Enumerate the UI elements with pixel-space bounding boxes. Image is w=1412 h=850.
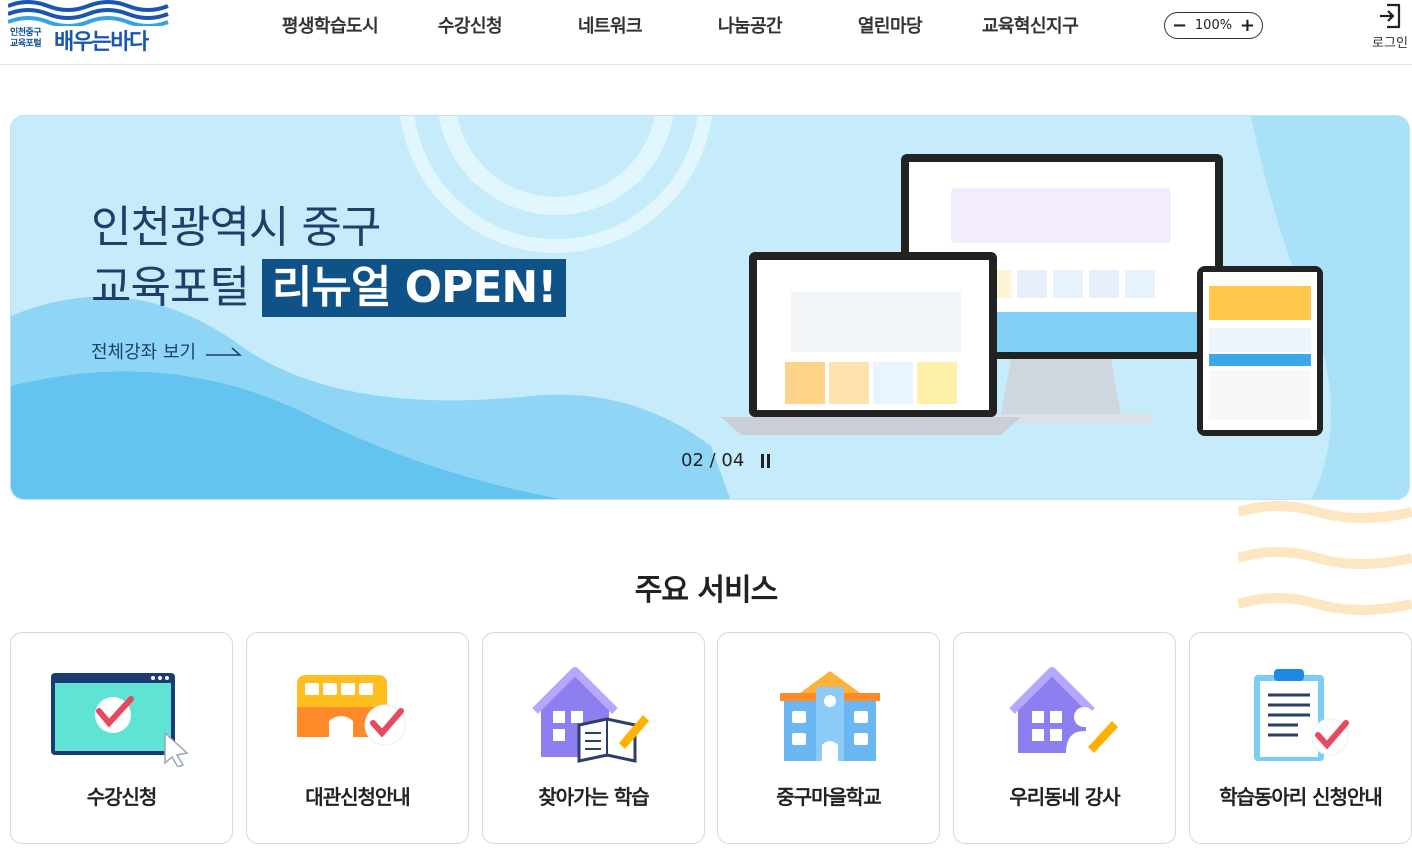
service-label: 학습동아리 신청안내 <box>1219 785 1383 809</box>
facility-rental-icon <box>297 675 406 746</box>
banner-title-line2: 교육포털 리뉴얼 OPEN! <box>91 258 567 318</box>
service-card-local-instructor[interactable]: 우리동네 강사 <box>953 632 1176 844</box>
logo-subtitle: 인천중구 교육포털 <box>10 28 42 49</box>
banner-title: 인천광역시 중구 교육포털 리뉴얼 OPEN! <box>91 198 567 318</box>
pause-icon[interactable] <box>760 453 772 468</box>
wave-logo-icon <box>8 0 169 26</box>
service-label: 우리동네 강사 <box>1009 785 1120 809</box>
banner-title-line1: 인천광역시 중구 <box>91 202 381 253</box>
zoom-in-button[interactable]: + <box>1240 16 1255 35</box>
nav-item-sharing-space[interactable]: 나눔공간 <box>680 12 820 38</box>
service-card-facility-rental[interactable]: 대관신청안내 <box>246 632 469 844</box>
village-school-icon <box>780 671 880 761</box>
banner-page-indicator: 02 / 04 <box>681 450 745 471</box>
arrow-right-icon <box>206 347 243 356</box>
study-club-icon <box>1254 669 1349 761</box>
service-card-study-club[interactable]: 학습동아리 신청안내 <box>1189 632 1412 844</box>
nav-item-open-forum[interactable]: 열린마당 <box>820 12 960 38</box>
site-header: 인천중구 교육포털 배우는바다 평생학습도시 수강신청 네트워크 나눔공간 열린… <box>0 0 1412 65</box>
site-logo[interactable]: 인천중구 교육포털 배우는바다 <box>8 0 173 56</box>
nav-item-education-district[interactable]: 교육혁신지구 <box>960 12 1100 38</box>
device-mockup-image <box>721 154 1323 436</box>
service-label: 수강신청 <box>86 785 158 809</box>
service-label: 중구마을학교 <box>776 785 881 809</box>
zoom-out-button[interactable]: − <box>1172 16 1187 35</box>
visiting-learning-icon <box>532 667 649 763</box>
banner-title-highlight: 리뉴얼 OPEN! <box>261 259 567 317</box>
services-list: 수강신청 대관신청안내 찾아가는 학습 중구마을학교 우리동네 강사 학습동아리… <box>10 632 1412 844</box>
nav-item-course-application[interactable]: 수강신청 <box>400 12 540 38</box>
main-nav: 평생학습도시 수강신청 네트워크 나눔공간 열린마당 교육혁신지구 <box>260 12 1100 38</box>
login-button[interactable]: 로그인 <box>1368 0 1412 51</box>
service-label: 찾아가는 학습 <box>538 785 649 809</box>
services-title: 주요 서비스 <box>634 573 778 608</box>
view-all-courses-link[interactable]: 전체강좌 보기 <box>91 338 243 364</box>
main-banner[interactable]: 인천광역시 중구 교육포털 리뉴얼 OPEN! 전체강좌 보기 02 / 04 <box>10 115 1410 500</box>
service-card-visiting-learning[interactable]: 찾아가는 학습 <box>482 632 705 844</box>
view-all-courses-label: 전체강좌 보기 <box>91 342 197 363</box>
service-label: 대관신청안내 <box>305 785 410 809</box>
zoom-control: − 100% + <box>1164 12 1263 39</box>
course-application-icon <box>51 673 189 767</box>
logo-title: 배우는바다 <box>54 30 149 55</box>
zoom-level: 100% <box>1194 18 1233 33</box>
login-icon <box>1380 3 1401 29</box>
nav-item-network[interactable]: 네트워크 <box>540 12 680 38</box>
login-label: 로그인 <box>1372 36 1408 51</box>
service-card-course-application[interactable]: 수강신청 <box>10 632 233 844</box>
banner-title-prefix: 교육포털 <box>91 262 250 313</box>
banner-pager: 02 / 04 <box>681 450 772 471</box>
nav-item-lifelong-city[interactable]: 평생학습도시 <box>260 12 400 38</box>
service-card-village-school[interactable]: 중구마을학교 <box>717 632 940 844</box>
local-instructor-icon <box>1009 667 1118 753</box>
